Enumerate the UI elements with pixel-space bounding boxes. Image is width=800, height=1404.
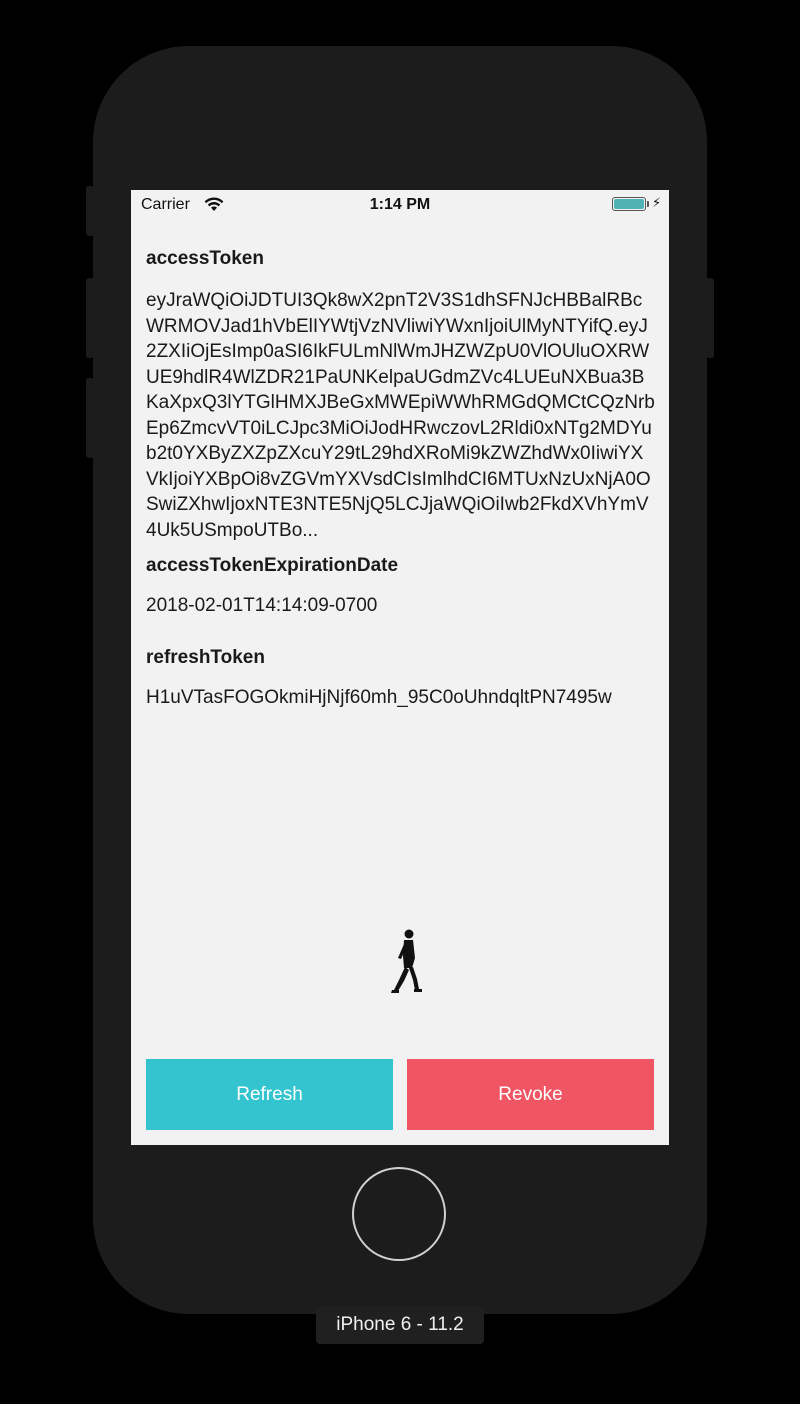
- status-bar: Carrier 1:14 PM ⚡: [131, 190, 669, 220]
- simulator-device-label: iPhone 6 - 11.2: [316, 1306, 484, 1344]
- device-volume-down-button: [86, 378, 94, 458]
- device-side-button: [86, 186, 94, 236]
- device-power-button: [706, 278, 714, 358]
- access-token-label: accessToken: [146, 248, 264, 269]
- access-token-expiration-value: 2018-02-01T14:14:09-0700: [146, 595, 378, 616]
- battery-icon: [612, 197, 649, 211]
- access-token-value: eyJraWQiOiJDTUI3Qk8wX2pnT2V3S1dhSFNJcHBB…: [146, 290, 655, 541]
- status-time: 1:14 PM: [369, 196, 431, 213]
- refresh-token-value: H1uVTasFOGOkmiHjNjf60mh_95C0oUhndqltPN74…: [146, 687, 612, 708]
- refresh-token-label: refreshToken: [146, 647, 265, 668]
- app-screen: Carrier 1:14 PM ⚡ accessToken eyJraWQiOi…: [131, 190, 669, 1145]
- access-token-expiration-label: accessTokenExpirationDate: [146, 555, 399, 576]
- refresh-button[interactable]: Refresh: [146, 1059, 393, 1130]
- home-button[interactable]: [352, 1167, 446, 1261]
- revoke-button[interactable]: Revoke: [407, 1059, 654, 1130]
- device-volume-up-button: [86, 278, 94, 358]
- walking-person-icon: [391, 929, 422, 993]
- charging-bolt-icon: ⚡: [652, 195, 662, 210]
